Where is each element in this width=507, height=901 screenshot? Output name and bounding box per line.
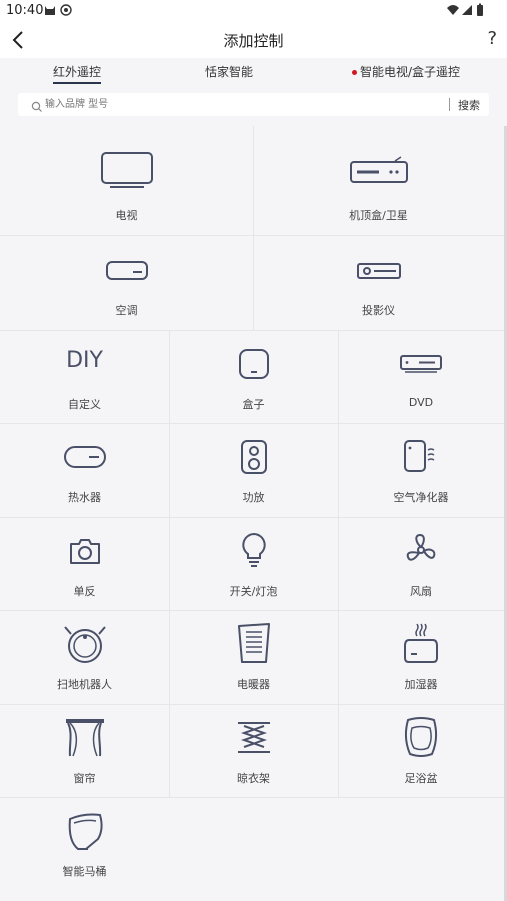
device-label: 单反: [73, 585, 96, 598]
tab-tianjia-smart-label: 恬家智能: [205, 65, 254, 79]
device-label: 足浴盆: [404, 772, 438, 785]
device-label: DVD: [408, 396, 434, 409]
device-label: 晾衣架: [237, 772, 270, 785]
camera-icon: [68, 536, 102, 570]
tab-smart-tv-label: 智能电视/盒子遥控: [360, 65, 461, 79]
device-label: 自定义: [68, 398, 101, 411]
search-icon: [31, 98, 43, 117]
curtain-icon: [65, 718, 105, 762]
device-tile-tv[interactable]: 电视: [0, 126, 253, 235]
diy-icon: DIY: [66, 348, 103, 373]
wifi-icon: [446, 2, 460, 21]
device-tile-air-purifier[interactable]: 空气净化器: [338, 423, 504, 517]
device-tile-clothes-rack[interactable]: 晾衣架: [169, 704, 338, 797]
help-icon[interactable]: ?: [487, 28, 497, 49]
battery-icon: [476, 2, 484, 21]
box-icon: [238, 348, 270, 384]
dvd-icon: [399, 354, 443, 378]
tv-icon: [100, 152, 154, 192]
device-tile-fan[interactable]: 风扇: [338, 517, 504, 610]
device-label: 开关/灯泡: [229, 585, 278, 598]
device-grid: 电视 机顶盒/卫星 空调 投影仪 DIY 自定义 盒子 DVD 热水器 功放 空…: [0, 126, 504, 901]
search-input[interactable]: [45, 96, 445, 112]
device-tile-heater[interactable]: 电暖器: [169, 610, 338, 704]
clothes-rack-icon: [234, 720, 274, 760]
device-tile-projector[interactable]: 投影仪: [253, 235, 504, 330]
device-tile-humidifier[interactable]: 加湿器: [338, 610, 504, 704]
device-label: 风扇: [410, 585, 432, 598]
status-bar: 10:40: [0, 0, 507, 22]
tab-smart-tv[interactable]: 智能电视/盒子遥控: [352, 63, 460, 80]
device-label: 电视: [115, 209, 138, 222]
heater-icon: [236, 622, 272, 670]
red-dot-badge: [352, 70, 357, 75]
foot-bath-icon: [402, 716, 440, 762]
tab-bar: 红外遥控 恬家智能 智能电视/盒子遥控: [0, 58, 507, 88]
device-tile-foot-bath[interactable]: 足浴盆: [338, 704, 504, 797]
device-tile-water-heater[interactable]: 热水器: [0, 423, 169, 517]
tab-infrared-label: 红外遥控: [53, 65, 102, 79]
device-tile-air-conditioner[interactable]: 空调: [0, 235, 253, 330]
device-label: 加湿器: [404, 678, 438, 691]
device-label: 投影仪: [362, 304, 395, 317]
status-time: 10:40: [6, 3, 44, 18]
device-label: 空气净化器: [393, 491, 449, 504]
air-purifier-icon: [403, 438, 439, 478]
bulb-icon: [240, 532, 268, 572]
smart-toilet-icon: [64, 809, 106, 855]
search-area: 搜索: [0, 88, 507, 126]
cat-notification-icon: [44, 2, 56, 21]
shield-notification-icon: [60, 2, 72, 21]
humidifier-icon: [403, 622, 439, 670]
device-label: 智能马桶: [62, 865, 107, 878]
device-label: 窗帘: [73, 772, 96, 785]
device-tile-smart-toilet[interactable]: 智能马桶: [0, 797, 169, 901]
app-header: 添加控制 ?: [0, 22, 507, 58]
device-tile-diy[interactable]: DIY 自定义: [0, 330, 169, 423]
search-divider: [449, 98, 450, 111]
device-tile-set-top-box[interactable]: 机顶盒/卫星: [253, 126, 504, 235]
air-conditioner-icon: [105, 260, 149, 286]
device-label: 热水器: [68, 491, 101, 504]
device-tile-speaker[interactable]: 功放: [169, 423, 338, 517]
device-label: 空调: [115, 304, 138, 317]
device-label: 扫地机器人: [57, 678, 112, 691]
device-tile-box[interactable]: 盒子: [169, 330, 338, 423]
page-title: 添加控制: [223, 32, 284, 50]
device-tile-camera[interactable]: 单反: [0, 517, 169, 610]
device-label: 电暖器: [237, 678, 270, 691]
signal-icon: [461, 2, 473, 21]
speaker-icon: [240, 439, 268, 479]
projector-icon: [356, 260, 402, 286]
device-label: 功放: [242, 491, 265, 504]
device-label: 盒子: [242, 398, 265, 411]
fan-icon: [404, 533, 438, 571]
device-label: 机顶盒/卫星: [349, 209, 408, 222]
robot-vacuum-icon: [63, 624, 107, 668]
water-heater-icon: [63, 445, 107, 473]
device-tile-dvd[interactable]: DVD: [338, 330, 504, 423]
search-box: 搜索: [18, 93, 489, 116]
device-tile-robot-vacuum[interactable]: 扫地机器人: [0, 610, 169, 704]
tab-infrared[interactable]: 红外遥控: [53, 63, 102, 84]
set-top-box-icon: [349, 156, 409, 188]
search-button[interactable]: 搜索: [458, 97, 480, 113]
device-tile-bulb[interactable]: 开关/灯泡: [169, 517, 338, 610]
device-tile-curtain[interactable]: 窗帘: [0, 704, 169, 797]
tab-tianjia-smart[interactable]: 恬家智能: [205, 63, 253, 80]
